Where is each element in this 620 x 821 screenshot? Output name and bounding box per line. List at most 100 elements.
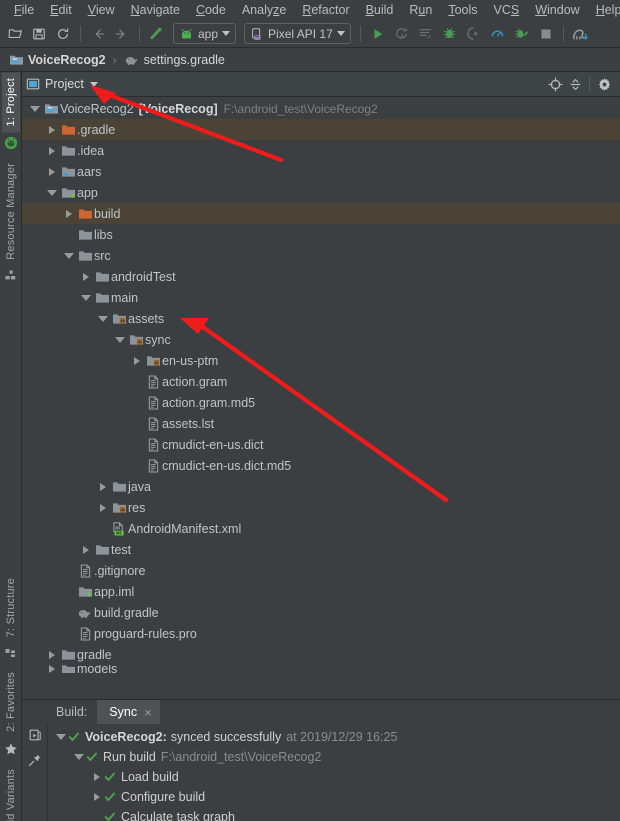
tree-row[interactable]: .gitignore — [22, 560, 620, 581]
tree-row[interactable]: libs — [22, 224, 620, 245]
tree-row[interactable]: assets — [22, 308, 620, 329]
tree-row[interactable]: res — [22, 497, 620, 518]
chevron-right-icon[interactable] — [62, 203, 76, 224]
chevron-right-icon[interactable] — [45, 161, 59, 182]
resource-grid-icon[interactable] — [5, 270, 17, 285]
build-row[interactable]: Run build F:\android_test\VoiceRecog2 — [48, 747, 620, 767]
chevron-down-icon[interactable] — [62, 245, 76, 266]
chevron-right-icon[interactable] — [96, 476, 110, 497]
navigate-forward-icon[interactable] — [111, 23, 133, 45]
chevron-down-icon[interactable] — [113, 329, 127, 350]
build-output-tree[interactable]: VoiceRecog2: synced successfully at 2019/1… — [48, 724, 620, 821]
tree-row[interactable]: main — [22, 287, 620, 308]
menu-item-navigate[interactable]: Navigate — [123, 1, 188, 20]
build-row[interactable]: Load build — [48, 767, 620, 787]
chevron-right-icon[interactable] — [79, 539, 93, 560]
collapse-all-icon[interactable] — [565, 74, 585, 94]
chevron-down-icon[interactable] — [54, 727, 68, 747]
close-icon[interactable]: × — [144, 705, 152, 720]
build-row[interactable]: Calculate task graph — [48, 807, 620, 821]
stop-icon[interactable] — [535, 23, 557, 45]
breadcrumb-file[interactable]: settings.gradle — [121, 52, 228, 68]
attach-debugger-icon[interactable] — [463, 23, 485, 45]
tree-row[interactable]: app.iml — [22, 581, 620, 602]
tree-row[interactable]: action.gram.md5 — [22, 392, 620, 413]
tree-row[interactable]: models — [22, 665, 620, 673]
tree-row[interactable]: androidTest — [22, 266, 620, 287]
chevron-right-icon[interactable] — [130, 350, 144, 371]
chevron-down-icon[interactable] — [222, 31, 231, 36]
chevron-right-icon[interactable] — [90, 787, 104, 807]
tree-row[interactable]: build.gradle — [22, 602, 620, 623]
menu-item-vcs[interactable]: VCS — [486, 1, 528, 20]
chevron-down-icon[interactable] — [28, 98, 42, 119]
tree-row[interactable]: proguard-rules.pro — [22, 623, 620, 644]
menu-item-help[interactable]: Help — [588, 1, 620, 20]
star-icon[interactable] — [4, 742, 18, 759]
chevron-down-icon[interactable] — [45, 182, 59, 203]
structure-icon[interactable] — [5, 647, 17, 662]
tree-row[interactable]: test — [22, 539, 620, 560]
sidebar-item-resource-manager[interactable]: Resource Manager — [2, 157, 20, 266]
device-selector[interactable]: Pixel API 17 — [244, 23, 351, 44]
menu-item-analyze[interactable]: Analyze — [234, 1, 294, 20]
menu-item-refactor[interactable]: Refactor — [294, 1, 357, 20]
menu-item-run[interactable]: Run — [401, 1, 440, 20]
run-icon[interactable] — [367, 23, 389, 45]
restart-sync-icon[interactable] — [28, 728, 42, 745]
sidebar-item-favorites[interactable]: 2: Favorites — [2, 666, 20, 738]
tree-row[interactable]: app — [22, 182, 620, 203]
tree-row[interactable]: build — [22, 203, 620, 224]
open-folder-icon[interactable] — [4, 23, 26, 45]
tree-row[interactable]: src — [22, 245, 620, 266]
chevron-down-icon[interactable] — [336, 31, 345, 36]
apply-code-changes-icon[interactable] — [415, 23, 437, 45]
tab-sync[interactable]: Sync × — [97, 700, 160, 724]
tree-row[interactable]: .idea — [22, 140, 620, 161]
menu-item-file[interactable]: File — [6, 1, 42, 20]
profiler-icon[interactable] — [487, 23, 509, 45]
sidebar-item-project[interactable]: 1: Project — [1, 72, 20, 133]
build-row[interactable]: Configure build — [48, 787, 620, 807]
pin-tab-icon[interactable] — [28, 753, 42, 770]
gear-icon[interactable] — [594, 74, 614, 94]
chevron-down-icon[interactable] — [96, 308, 110, 329]
tree-row[interactable]: java — [22, 476, 620, 497]
select-opened-file-icon[interactable] — [545, 74, 565, 94]
tree-row[interactable]: MF AndroidManifest.xml — [22, 518, 620, 539]
avd-manager-icon[interactable] — [570, 23, 592, 45]
tree-row[interactable]: en-us-ptm — [22, 350, 620, 371]
chevron-right-icon[interactable] — [45, 119, 59, 140]
chevron-down-icon[interactable] — [89, 81, 98, 87]
chevron-right-icon[interactable] — [90, 767, 104, 787]
tree-row[interactable]: cmudict-en-us.dict — [22, 434, 620, 455]
save-all-icon[interactable] — [28, 23, 50, 45]
breadcrumb-project[interactable]: VoiceRecog2 — [6, 52, 109, 68]
menu-item-code[interactable]: Code — [188, 1, 234, 20]
menu-item-edit[interactable]: Edit — [42, 1, 80, 20]
chevron-right-icon[interactable] — [45, 140, 59, 161]
build-row[interactable]: VoiceRecog2: synced successfully at 2019/1… — [48, 727, 620, 747]
tree-row[interactable]: aars — [22, 161, 620, 182]
chevron-down-icon[interactable] — [72, 747, 86, 767]
menu-item-tools[interactable]: Tools — [440, 1, 485, 20]
menu-item-build[interactable]: Build — [358, 1, 402, 20]
project-tree[interactable]: VoiceRecog2 [VoiceRecog] F:\android_test\V… — [22, 97, 620, 699]
chevron-right-icon[interactable] — [45, 665, 59, 673]
chevron-right-icon[interactable] — [45, 644, 59, 665]
apply-changes-icon[interactable]: A — [391, 23, 413, 45]
sidebar-item-structure[interactable]: 7: Structure — [2, 572, 20, 643]
run-configuration-selector[interactable]: app — [173, 23, 237, 44]
gradle-sync-icon[interactable] — [146, 23, 168, 45]
chevron-right-icon[interactable] — [96, 497, 110, 518]
tree-row[interactable]: assets.lst — [22, 413, 620, 434]
tree-row[interactable]: VoiceRecog2 [VoiceRecog] F:\android_test\V… — [22, 98, 620, 119]
menu-item-view[interactable]: View — [80, 1, 123, 20]
chevron-down-icon[interactable] — [79, 287, 93, 308]
tree-row[interactable]: gradle — [22, 644, 620, 665]
debug-icon[interactable] — [439, 23, 461, 45]
tree-row[interactable]: action.gram — [22, 371, 620, 392]
chevron-right-icon[interactable] — [79, 266, 93, 287]
tree-row[interactable]: sync — [22, 329, 620, 350]
tree-row[interactable]: cmudict-en-us.dict.md5 — [22, 455, 620, 476]
